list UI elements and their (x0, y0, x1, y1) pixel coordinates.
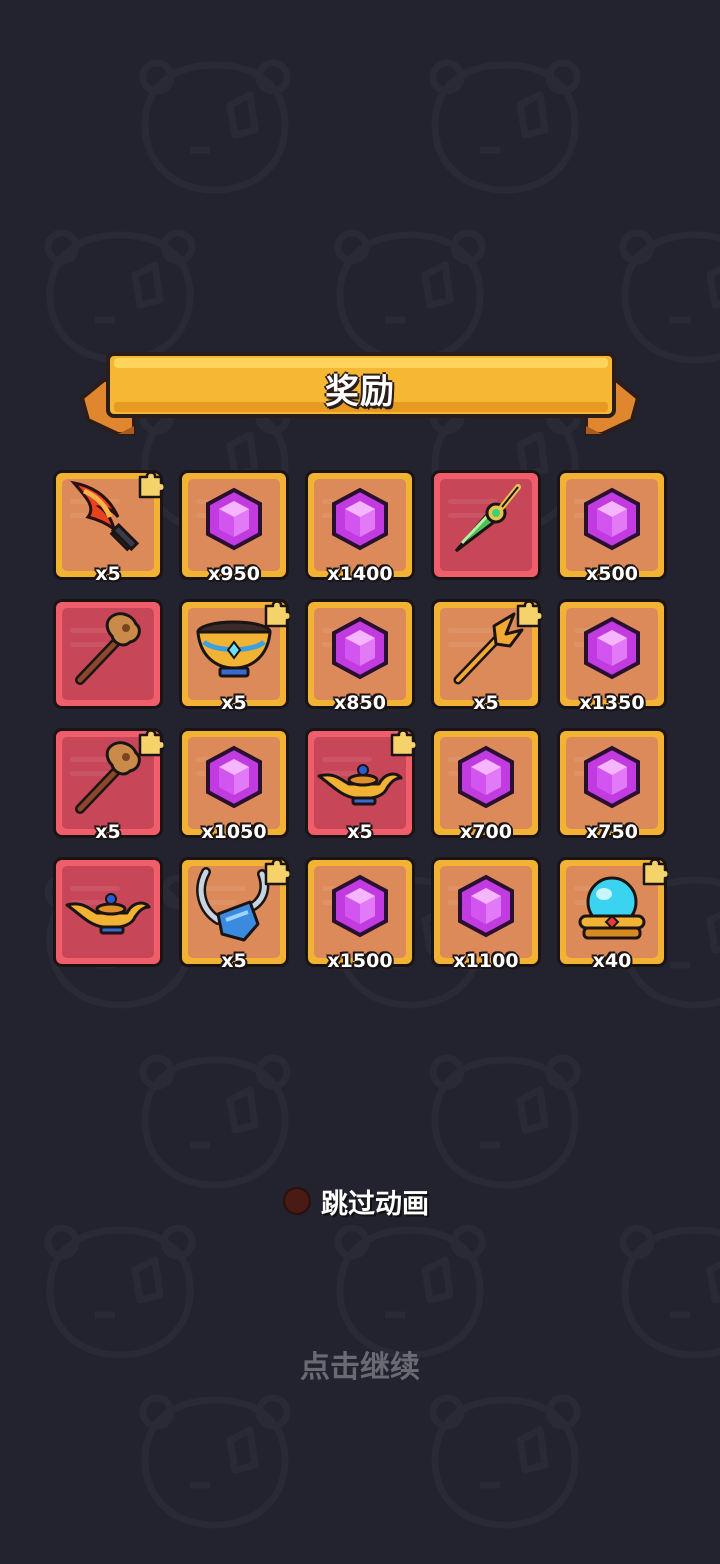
reward-quantity: x1400 (327, 563, 393, 585)
puzzle-shard-icon (262, 598, 292, 632)
magic-lamp-icon (63, 871, 153, 945)
reward-quantity: x5 (473, 692, 499, 714)
purple-gem-icon (580, 745, 644, 813)
reward-tile[interactable]: x1350 (557, 599, 667, 714)
reward-quantity: x5 (347, 821, 373, 843)
purple-gem-icon (202, 487, 266, 555)
reward-quantity: x950 (208, 563, 260, 585)
skip-animation-label: 跳过动画 (321, 1188, 429, 1220)
reward-tile[interactable]: x5 (53, 727, 166, 843)
reward-quantity: x1500 (327, 950, 393, 972)
reward-quantity: x1050 (201, 821, 267, 843)
reward-tile[interactable]: x5 (431, 598, 544, 714)
reward-quantity: x500 (586, 563, 638, 585)
reward-tile[interactable] (53, 857, 163, 967)
reward-tile[interactable] (431, 470, 541, 580)
reward-quantity: x5 (221, 950, 247, 972)
reward-tile[interactable]: x5 (179, 856, 292, 972)
reward-quantity: x1350 (579, 692, 645, 714)
puzzle-shard-icon (514, 598, 544, 632)
purple-gem-icon (328, 616, 392, 684)
puzzle-shard-icon (640, 856, 670, 890)
rewards-banner: 奖励 (74, 350, 646, 440)
reward-tile[interactable]: x5 (179, 598, 292, 714)
purple-gem-icon (454, 874, 518, 942)
reward-quantity: x850 (334, 692, 386, 714)
reward-tile[interactable]: x500 (557, 470, 667, 585)
reward-tile[interactable]: x5 (53, 469, 166, 585)
reward-quantity: x700 (460, 821, 512, 843)
reward-tile[interactable]: x850 (305, 599, 415, 714)
reward-tile[interactable]: x5 (305, 727, 418, 843)
reward-tile[interactable]: x40 (557, 856, 670, 972)
reward-tile[interactable]: x1100 (431, 857, 541, 972)
purple-gem-icon (328, 487, 392, 555)
reward-quantity: x750 (586, 821, 638, 843)
purple-gem-icon (202, 745, 266, 813)
skip-animation-radio[interactable] (283, 1187, 311, 1215)
reward-quantity: x1100 (453, 950, 519, 972)
reward-quantity: x5 (95, 821, 121, 843)
reward-tile[interactable] (53, 599, 163, 709)
wooden-staff-icon (66, 606, 150, 694)
puzzle-shard-icon (262, 856, 292, 890)
reward-tile[interactable]: x1400 (305, 470, 415, 585)
reward-tile[interactable]: x1050 (179, 728, 289, 843)
reward-tile[interactable]: x950 (179, 470, 289, 585)
reward-tile[interactable]: x750 (557, 728, 667, 843)
purple-gem-icon (580, 616, 644, 684)
reward-tile[interactable]: x1500 (305, 857, 415, 972)
reward-quantity: x5 (221, 692, 247, 714)
reward-quantity: x5 (95, 563, 121, 585)
purple-gem-icon (454, 745, 518, 813)
tap-to-continue[interactable]: 点击继续 (0, 1342, 720, 1386)
puzzle-shard-icon (136, 469, 166, 503)
banner-title: 奖励 (325, 372, 395, 412)
purple-gem-icon (328, 874, 392, 942)
reward-tile[interactable]: x700 (431, 728, 541, 843)
puzzle-shard-icon (388, 727, 418, 761)
skip-animation-toggle[interactable]: 跳过动画 (283, 1183, 429, 1220)
purple-gem-icon (580, 487, 644, 555)
puzzle-shard-icon (136, 727, 166, 761)
reward-quantity: x40 (592, 950, 632, 972)
jade-dagger-icon (444, 477, 528, 565)
